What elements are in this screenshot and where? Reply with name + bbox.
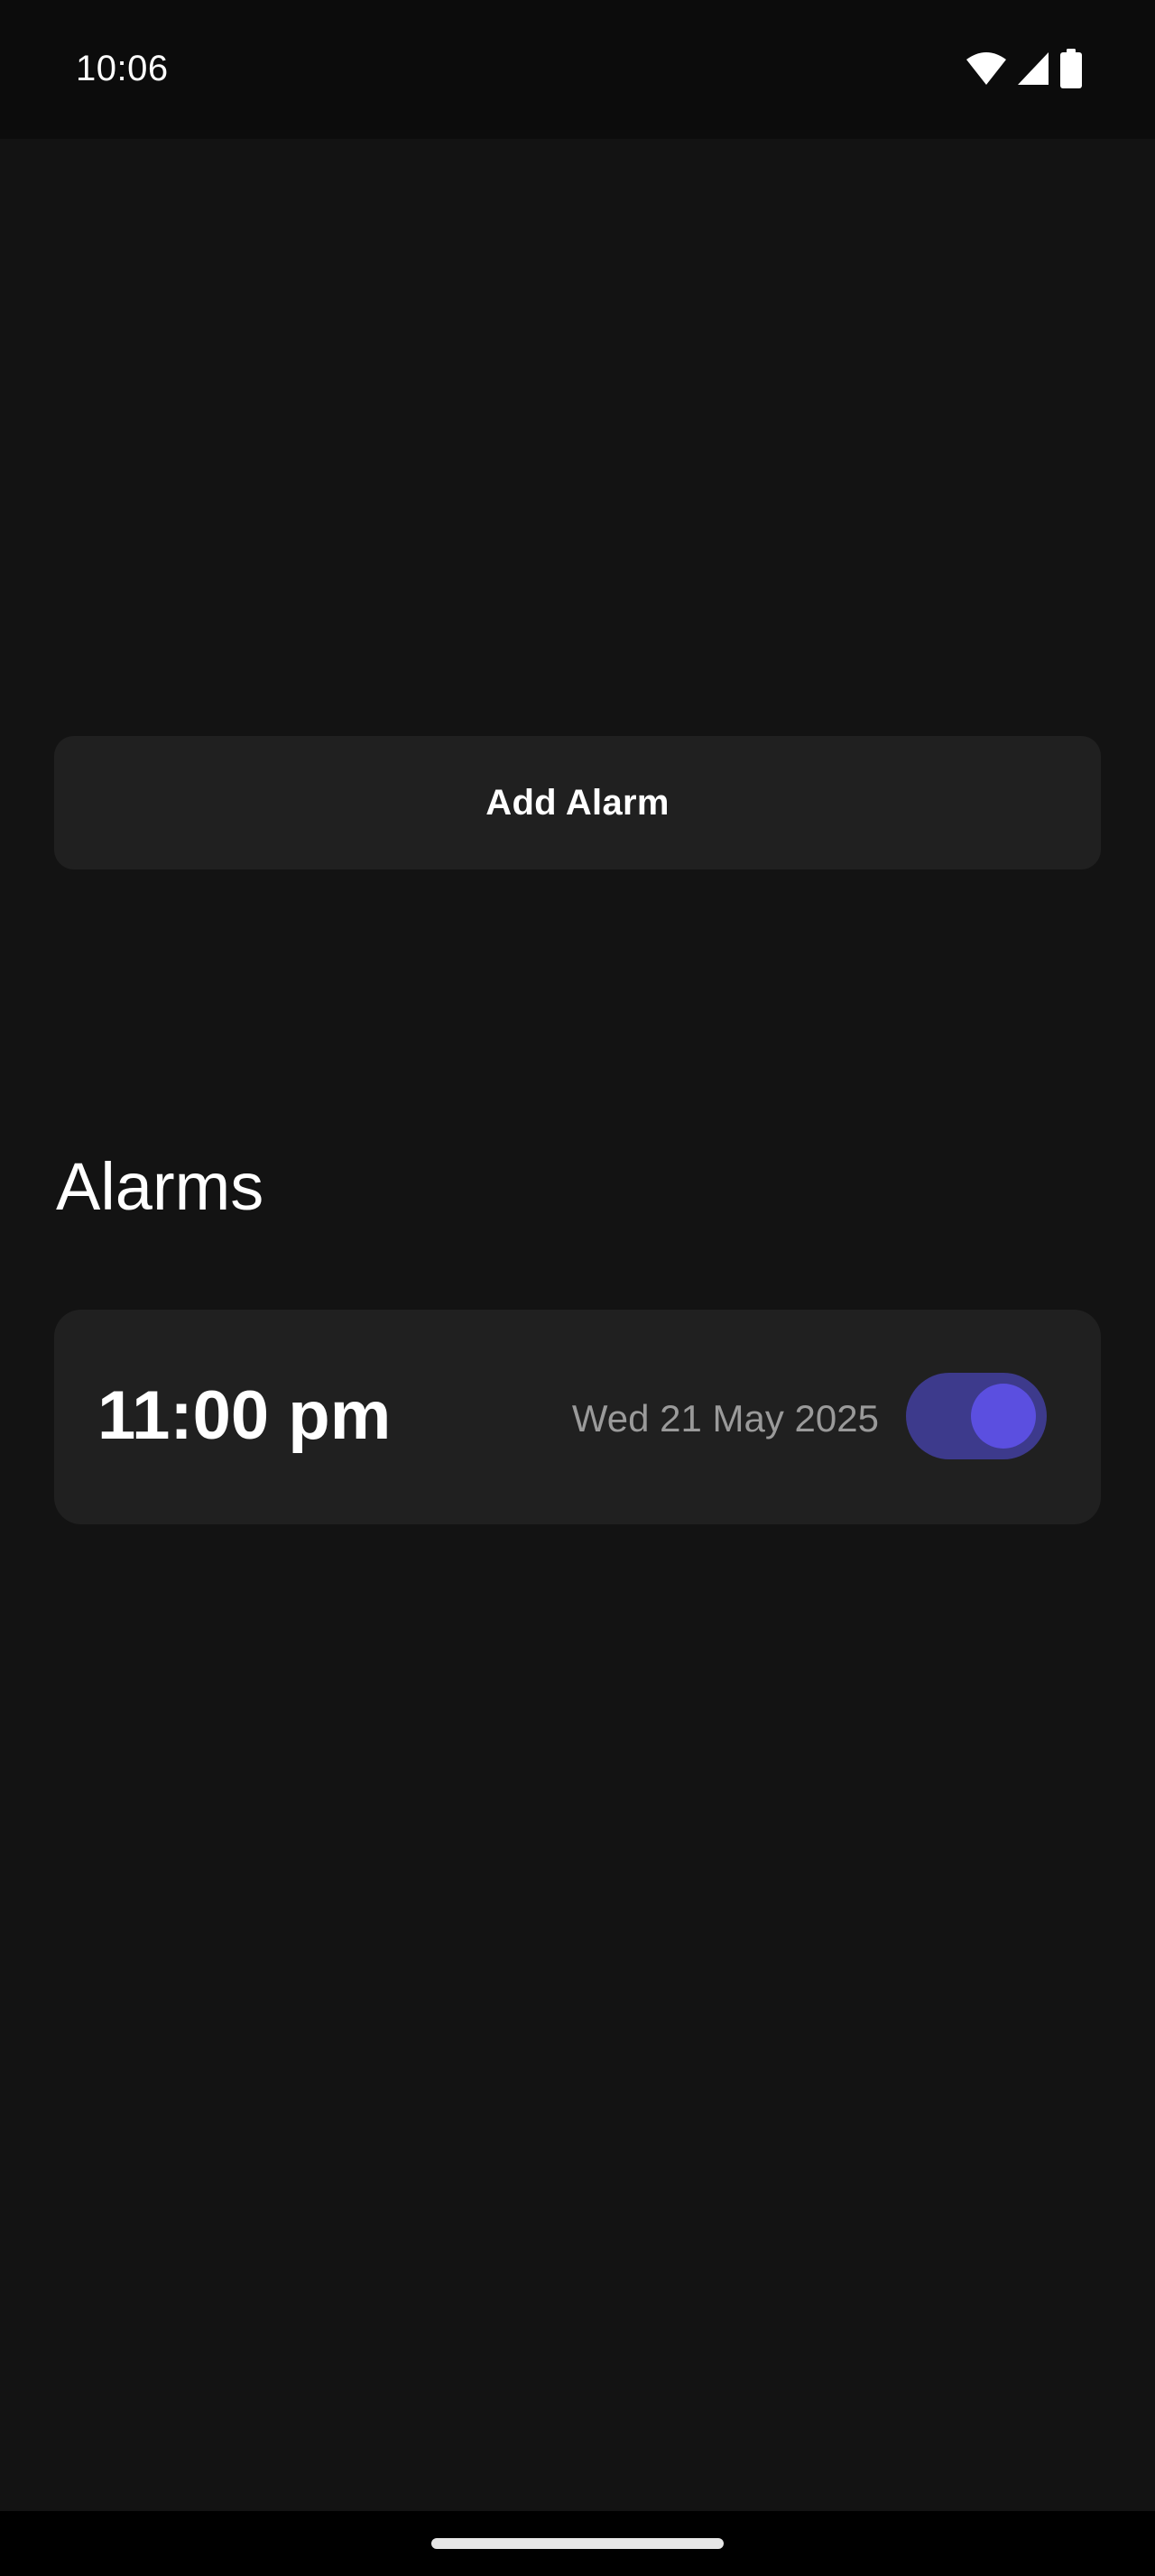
add-alarm-label: Add Alarm bbox=[485, 782, 670, 823]
battery-icon bbox=[1059, 49, 1083, 88]
alarm-time: 11:00 pm bbox=[97, 1377, 392, 1454]
signal-icon bbox=[1016, 51, 1050, 87]
wifi-icon bbox=[966, 51, 1007, 87]
alarms-section-title: Alarms bbox=[56, 1149, 264, 1224]
home-gesture-handle[interactable] bbox=[431, 2538, 724, 2549]
alarm-screen: 10:06 Add Alarm Alarms 11:00 pm Wed 21 M… bbox=[0, 0, 1155, 2576]
toggle-knob bbox=[971, 1384, 1036, 1449]
alarm-card[interactable]: 11:00 pm Wed 21 May 2025 bbox=[54, 1310, 1101, 1524]
status-time: 10:06 bbox=[76, 49, 169, 88]
alarm-date: Wed 21 May 2025 bbox=[571, 1397, 879, 1440]
status-bar: 10:06 bbox=[0, 0, 1155, 139]
navigation-bar bbox=[0, 2511, 1155, 2576]
status-icons bbox=[966, 49, 1083, 88]
add-alarm-button[interactable]: Add Alarm bbox=[54, 736, 1101, 869]
alarm-enabled-toggle[interactable] bbox=[906, 1373, 1047, 1459]
